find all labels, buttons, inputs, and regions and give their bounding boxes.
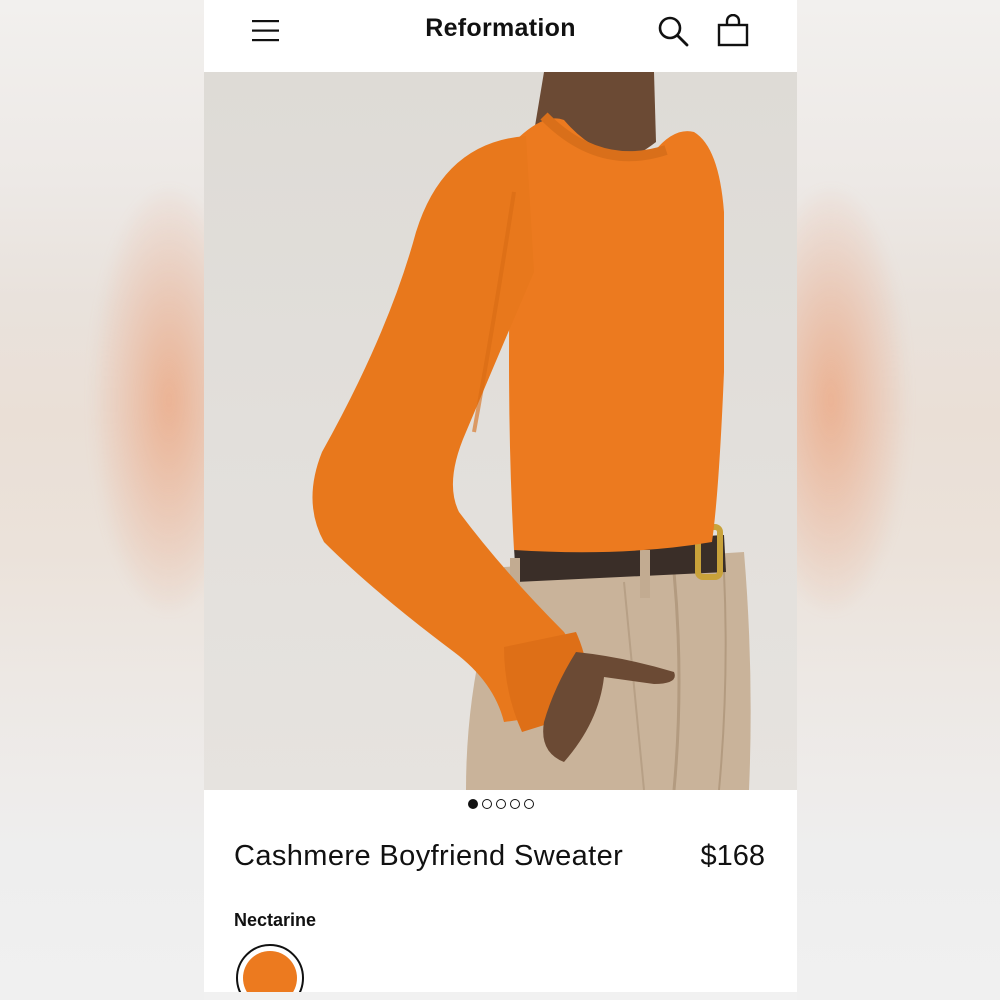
search-icon[interactable] (656, 14, 690, 48)
product-image[interactable] (204, 72, 797, 790)
gallery-dot-3[interactable] (495, 799, 506, 809)
gallery-dot-4[interactable] (509, 799, 520, 809)
product-photo (312, 72, 751, 790)
site-header: Reformation (204, 0, 797, 72)
product-page: Reformation Cashmere Boyfriend Sweater $… (204, 0, 797, 1000)
product-title: Cashmere Boyfriend Sweater (234, 840, 624, 872)
shopping-bag-icon[interactable] (716, 14, 750, 48)
gallery-dot-5[interactable] (523, 799, 534, 809)
color-name-label: Nectarine (234, 910, 317, 930)
gallery-pagination (204, 799, 797, 809)
blurred-backdrop-right (796, 0, 1000, 1000)
product-price: $168 (700, 840, 765, 872)
bottom-edge (204, 992, 797, 1000)
sweater-body (509, 118, 724, 553)
gallery-dot-2[interactable] (481, 799, 492, 809)
blurred-backdrop-left (0, 0, 204, 1000)
gallery-dot-1[interactable] (467, 799, 478, 809)
brand-logo[interactable]: Reformation (204, 14, 797, 43)
